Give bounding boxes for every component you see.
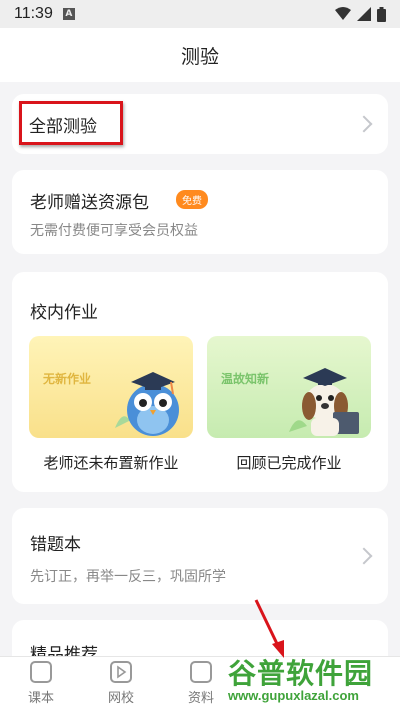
review-homework-tile[interactable]: 温故知新: [207, 336, 371, 438]
gift-title: 老师赠送资源包: [30, 193, 149, 213]
page-header: 测验: [0, 28, 400, 82]
no-new-homework-caption: 老师还未布置新作业: [43, 454, 179, 472]
nav-label-online-school: 网校: [107, 691, 134, 706]
wifi-icon: [335, 7, 351, 20]
nav-item-materials[interactable]: 资料: [176, 661, 226, 706]
watermark: 谷普软件园 www.gupuxlazal.com: [220, 650, 396, 708]
status-time: 11:39: [14, 5, 53, 22]
dog-graduate-icon: [289, 368, 359, 436]
chevron-right-icon: [355, 547, 373, 565]
watermark-brand: 谷普软件园: [228, 657, 374, 690]
wrong-book-title: 错题本: [30, 535, 81, 555]
review-homework-caption: 回顾已完成作业: [236, 454, 342, 472]
highlight-box: [19, 101, 123, 145]
school-homework-title: 校内作业: [30, 303, 98, 323]
wrong-question-book-card[interactable]: 错题本 先订正，再举一反三，巩固所学: [12, 508, 388, 604]
status-bar: 11:39 A: [0, 0, 400, 28]
nav-item-online-school[interactable]: 网校: [96, 661, 146, 706]
no-new-homework-tile[interactable]: 无新作业: [29, 336, 193, 438]
nav-label-textbook: 课本: [27, 691, 54, 706]
gift-subtitle: 无需付费便可享受会员权益: [30, 223, 198, 239]
all-quiz-card[interactable]: 全部测验: [12, 94, 388, 154]
chevron-right-icon: [355, 115, 373, 133]
book-icon: [30, 661, 52, 683]
nav-item-textbook[interactable]: 课本: [16, 661, 66, 706]
signal-icon: [357, 7, 371, 21]
review-homework-tag: 温故知新: [221, 372, 270, 386]
wrong-book-subtitle: 先订正，再举一反三，巩固所学: [30, 569, 226, 585]
play-icon: [110, 661, 132, 683]
notification-a-icon: A: [62, 8, 75, 20]
no-new-homework-tag: 无新作业: [43, 372, 92, 386]
school-homework-card: 校内作业 无新作业 温故知新 老师还未布置新作业 回顾已完成作业: [12, 272, 388, 492]
battery-icon: [377, 6, 386, 22]
document-icon: [190, 661, 212, 683]
owl-icon: [115, 372, 179, 436]
page-title: 测验: [180, 45, 219, 68]
gift-resource-card[interactable]: 老师赠送资源包 免费 无需付费便可享受会员权益: [12, 170, 388, 254]
free-badge: 免费: [176, 190, 208, 209]
nav-label-materials: 资料: [187, 691, 214, 706]
status-icons: [335, 6, 386, 22]
watermark-url: www.gupuxlazal.com: [228, 688, 359, 703]
